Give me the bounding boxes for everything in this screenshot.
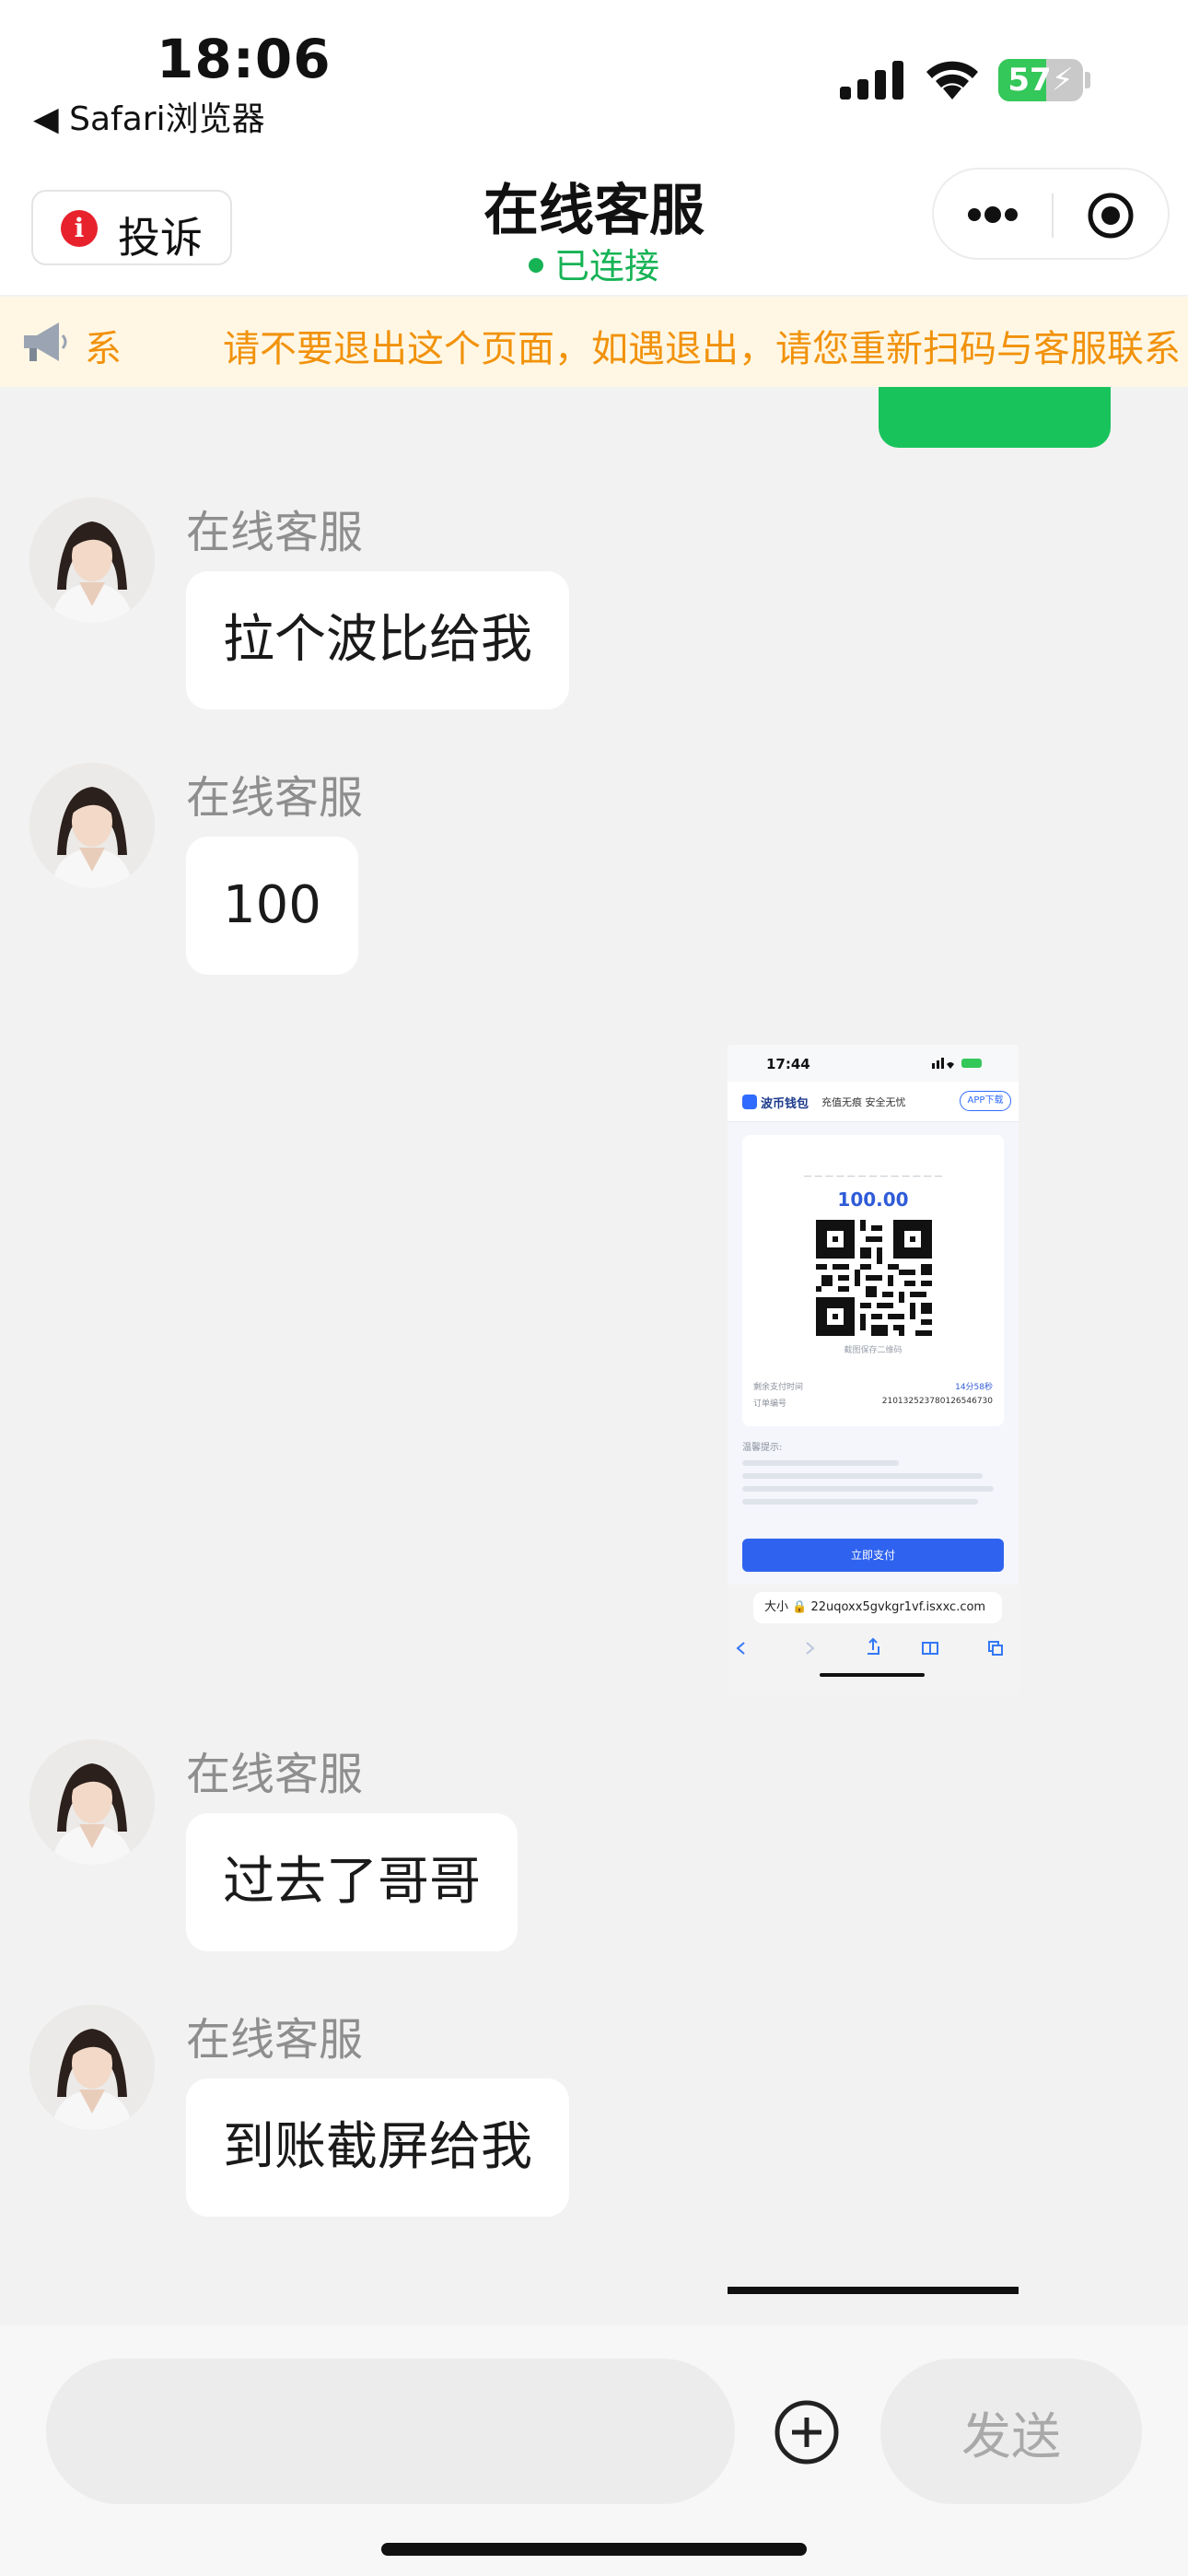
wallet-logo-icon (742, 1095, 757, 1109)
shot-pay-time-value: 14分58秒 (955, 1383, 993, 1392)
online-dot-icon (528, 257, 543, 273)
avatar[interactable] (29, 763, 155, 888)
avatar[interactable] (29, 1739, 155, 1865)
shot-brand: 波币钱包 (761, 1097, 809, 1111)
agent-avatar-icon (29, 498, 155, 623)
sender-name: 在线客服 (186, 507, 364, 558)
shot-download-button: APP下载 (960, 1091, 1011, 1111)
shot-qr-caption: 截图保存二维码 (844, 1346, 903, 1355)
shot-note-line (742, 1486, 994, 1492)
shot-home-indicator (820, 1673, 925, 1677)
shot-tagline: 充值无痕 安全无忧 (821, 1096, 906, 1108)
shot-amount: 100.00 (837, 1188, 909, 1211)
back-to-safari-link[interactable]: ◀ Safari浏览器 (33, 92, 265, 140)
shot-pay-time-label: 剩余支付时间 (753, 1383, 804, 1392)
shot-note-line (742, 1460, 900, 1466)
notice-fragment: 系 (85, 328, 122, 370)
add-attachment-icon[interactable] (774, 2399, 840, 2465)
agent-avatar-icon (29, 2005, 155, 2130)
shot-hint: — — — — — — — — — — — — — (803, 1172, 943, 1181)
shot-url: 大小 🔒 22uqoxx5gvkgr1vf.isxxc.com (753, 1592, 1002, 1623)
avatar[interactable] (29, 498, 155, 623)
battery-charging-icon: 57⚡ (998, 59, 1083, 101)
message-bubble[interactable]: 拉个波比给我 (186, 571, 569, 709)
shot-status-icons (932, 1058, 982, 1069)
shot-time: 17:44 (766, 1056, 810, 1072)
composer-bar: 发送 (0, 2325, 1188, 2576)
image-message-screenshot[interactable]: 17:44 波币钱包 充值无痕 安全无忧 APP下载 — — — — — — —… (728, 1045, 1019, 1695)
status-bar: 18:06 ◀ Safari浏览器 57⚡ (0, 0, 1188, 157)
send-button[interactable]: 发送 (880, 2359, 1142, 2504)
shot-safari-bar: 大小 🔒 22uqoxx5gvkgr1vf.isxxc.com (728, 1585, 1019, 1695)
message-input[interactable] (46, 2359, 735, 2504)
shot-pay-button: 立即支付 (742, 1539, 1004, 1572)
message-bubble[interactable]: 到账截屏给我 (186, 2078, 569, 2217)
capsule-divider (1052, 193, 1054, 238)
outgoing-bubble-partial (879, 387, 1111, 448)
home-indicator (381, 2543, 807, 2556)
record-icon[interactable] (1087, 192, 1135, 240)
chat-area[interactable]: 在线客服 拉个波比给我 在线客服 100 17:44 波币钱包 充值无痕 安全无… (0, 387, 1188, 2325)
message-bubble[interactable]: 过去了哥哥 (186, 1813, 518, 1951)
sender-name: 在线客服 (186, 1749, 364, 1800)
shot-pay-time-row: 剩余支付时间 14分58秒 (753, 1380, 993, 1392)
shot-status-bar: 17:44 (728, 1045, 1019, 1082)
cellular-signal-icon (840, 61, 903, 100)
agent-avatar-icon (29, 1739, 155, 1865)
shot-notes-heading: 温馨提示: (742, 1443, 783, 1453)
shot-order-value: 210132523780126546730 (881, 1397, 993, 1406)
shot-note-line (742, 1473, 984, 1479)
image-message-partial-edge (728, 2287, 1019, 2294)
nav-bar: i 投诉 在线客服 已连接 (0, 157, 1188, 295)
megaphone-icon (24, 322, 67, 361)
miniprogram-capsule (932, 168, 1170, 260)
notice-banner: 系 请不要退出这个页面，如遇退出，请您重新扫码与客服联系 (0, 297, 1188, 387)
agent-avatar-icon (29, 763, 155, 888)
more-icon[interactable] (965, 192, 1020, 238)
shot-notes: 温馨提示: (742, 1439, 1004, 1531)
shot-payment-card: — — — — — — — — — — — — — 100.00 截图保存二维码… (742, 1135, 1004, 1426)
battery-percent: 57⚡ (1007, 62, 1074, 99)
wifi-icon (926, 61, 978, 100)
avatar[interactable] (29, 2005, 155, 2130)
shot-header: 波币钱包 充值无痕 安全无忧 APP下载 (728, 1082, 1019, 1122)
sender-name: 在线客服 (186, 772, 364, 824)
shot-order-label: 订单编号 (753, 1399, 787, 1409)
sender-name: 在线客服 (186, 2014, 364, 2066)
qr-code-icon (816, 1220, 932, 1336)
notice-text: 请不要退出这个页面，如遇退出，请您重新扫码与客服联系 (223, 328, 1181, 370)
status-time: 18:06 (157, 28, 332, 90)
message-bubble[interactable]: 100 (186, 837, 358, 975)
connection-status-label: 已连接 (553, 246, 659, 287)
shot-order-row: 订单编号 210132523780126546730 (753, 1397, 993, 1409)
battery-tip (1085, 72, 1090, 88)
shot-toolbar-icons (736, 1637, 1003, 1656)
shot-note-line (742, 1499, 978, 1505)
